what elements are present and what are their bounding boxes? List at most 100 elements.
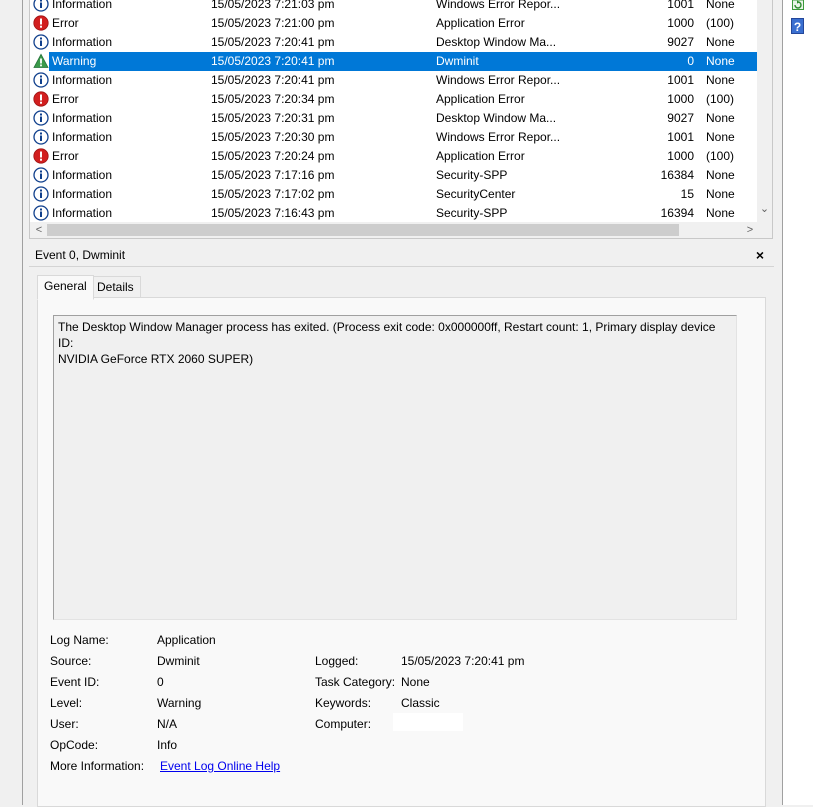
task-category-cell: None	[706, 168, 735, 182]
task-category-cell: (100)	[706, 149, 735, 163]
keywords-value: Classic	[401, 696, 440, 710]
level-cell: Information	[52, 35, 113, 49]
event-id-cell: 1000	[667, 92, 694, 106]
error-icon	[33, 91, 49, 107]
date-time-cell: 15/05/2023 7:20:24 pm	[211, 149, 335, 163]
detail-pane-title: Event 0, Dwminit	[35, 248, 126, 262]
event-description[interactable]: The Desktop Window Manager process has e…	[53, 315, 737, 620]
user-label: User:	[50, 717, 79, 731]
vertical-scrollbar[interactable]: ⌄	[757, 0, 772, 222]
chevron-down-icon[interactable]: ⌄	[759, 202, 770, 216]
task-category-cell: None	[706, 130, 735, 144]
error-icon	[33, 148, 49, 164]
table-row[interactable]: Information 15/05/2023 7:20:41 pm Windows …	[30, 71, 757, 90]
level-cell: Error	[52, 92, 79, 106]
table-row[interactable]: Information 15/05/2023 7:20:30 pm Windows …	[30, 128, 757, 147]
task-category-cell: (100)	[706, 16, 735, 30]
source-cell: Windows Error Repor...	[436, 0, 561, 11]
source-cell: Windows Error Repor...	[436, 73, 561, 87]
event-id-cell: 16394	[660, 206, 694, 220]
event-log-help-link[interactable]: Event Log Online Help	[160, 758, 280, 774]
event-id-value: 0	[157, 675, 164, 689]
event-id-cell: 9027	[667, 35, 694, 49]
event-id-cell: 16384	[660, 168, 694, 182]
warning-icon	[33, 53, 49, 69]
main-pane: Information 15/05/2023 7:21:03 pm Windows …	[23, 0, 782, 807]
task-category-cell: None	[706, 206, 735, 220]
event-id-cell: 15	[680, 187, 694, 201]
event-id-label: Event ID:	[50, 675, 100, 689]
log-name-label: Log Name:	[50, 633, 109, 647]
source-cell: Security-SPP	[436, 168, 508, 182]
logged-label: Logged:	[315, 654, 359, 668]
level-cell: Information	[52, 111, 113, 125]
help-icon[interactable]: ?	[791, 18, 804, 34]
level-cell: Information	[52, 73, 113, 87]
user-value: N/A	[157, 717, 178, 731]
info-icon	[33, 129, 49, 145]
source-cell: SecurityCenter	[436, 187, 516, 201]
source-cell: Application Error	[436, 92, 525, 106]
info-icon	[33, 205, 49, 221]
event-id-cell: 1000	[667, 16, 694, 30]
level-cell: Information	[52, 0, 113, 11]
table-row[interactable]: Warning 15/05/2023 7:20:41 pm Dwminit 0 None	[30, 52, 757, 71]
close-icon[interactable]: ×	[753, 244, 767, 266]
table-row[interactable]: Information 15/05/2023 7:20:31 pm Desktop …	[30, 109, 757, 128]
detail-pane-header: Event 0, Dwminit ×	[29, 244, 774, 266]
table-row[interactable]: Information 15/05/2023 7:17:02 pm Security…	[30, 185, 757, 204]
source-cell: Application Error	[436, 16, 525, 30]
source-label: Source:	[50, 654, 92, 668]
horizontal-scrollbar-thumb[interactable]	[47, 224, 679, 236]
event-id-cell: 0	[687, 54, 694, 68]
chevron-left-icon[interactable]: <	[33, 222, 45, 238]
source-cell: Dwminit	[436, 54, 479, 68]
left-panel-edge	[0, 0, 22, 805]
level-cell: Error	[52, 149, 79, 163]
level-label: Level:	[50, 696, 83, 710]
level-cell: Warning	[52, 54, 97, 68]
keywords-label: Keywords:	[315, 696, 372, 710]
event-list-rows: Information 15/05/2023 7:21:03 pm Windows …	[30, 0, 757, 222]
table-row[interactable]: Information 15/05/2023 7:17:16 pm Security…	[30, 166, 757, 185]
info-icon	[33, 34, 49, 50]
date-time-cell: 15/05/2023 7:17:02 pm	[211, 187, 335, 201]
horizontal-scrollbar[interactable]: < >	[30, 222, 772, 238]
table-row[interactable]: Information 15/05/2023 7:21:03 pm Windows …	[30, 0, 757, 14]
tab-details[interactable]: Details	[90, 276, 141, 299]
log-name-value: Application	[157, 633, 216, 647]
table-row[interactable]: Error 15/05/2023 7:21:00 pm Application Er…	[30, 14, 757, 33]
table-row[interactable]: Error 15/05/2023 7:20:24 pm Application Er…	[30, 147, 757, 166]
more-information-label: More Information:	[50, 759, 145, 773]
general-tab-panel: The Desktop Window Manager process has e…	[37, 297, 766, 807]
table-row[interactable]: Information 15/05/2023 7:16:43 pm Security…	[30, 204, 757, 222]
source-cell: Desktop Window Ma...	[436, 111, 557, 125]
level-cell: Information	[52, 168, 113, 182]
source-cell: Application Error	[436, 149, 525, 163]
task-category-cell: (100)	[706, 92, 735, 106]
event-list[interactable]: Information 15/05/2023 7:21:03 pm Windows …	[29, 0, 773, 239]
error-icon	[33, 15, 49, 31]
level-cell: Error	[52, 16, 79, 30]
level-value: Warning	[157, 696, 202, 710]
task-category-value: None	[401, 675, 430, 689]
table-row[interactable]: Information 15/05/2023 7:20:41 pm Desktop …	[30, 33, 757, 52]
event-id-cell: 1001	[667, 73, 694, 87]
date-time-cell: 15/05/2023 7:20:31 pm	[211, 111, 335, 125]
date-time-cell: 15/05/2023 7:21:03 pm	[211, 0, 335, 11]
refresh-icon[interactable]	[792, 0, 804, 10]
info-icon	[33, 72, 49, 88]
info-icon	[33, 110, 49, 126]
source-cell: Windows Error Repor...	[436, 130, 561, 144]
info-icon	[33, 167, 49, 183]
source-cell: Desktop Window Ma...	[436, 35, 557, 49]
table-row[interactable]: Error 15/05/2023 7:20:34 pm Application Er…	[30, 90, 757, 109]
level-cell: Information	[52, 187, 113, 201]
info-icon	[33, 186, 49, 202]
chevron-right-icon[interactable]: >	[744, 222, 756, 238]
source-cell: Security-SPP	[436, 206, 508, 220]
event-id-cell: 1001	[667, 130, 694, 144]
date-time-cell: 15/05/2023 7:20:41 pm	[211, 73, 335, 87]
logged-value: 15/05/2023 7:20:41 pm	[401, 654, 525, 668]
tab-general[interactable]: General	[37, 275, 94, 300]
